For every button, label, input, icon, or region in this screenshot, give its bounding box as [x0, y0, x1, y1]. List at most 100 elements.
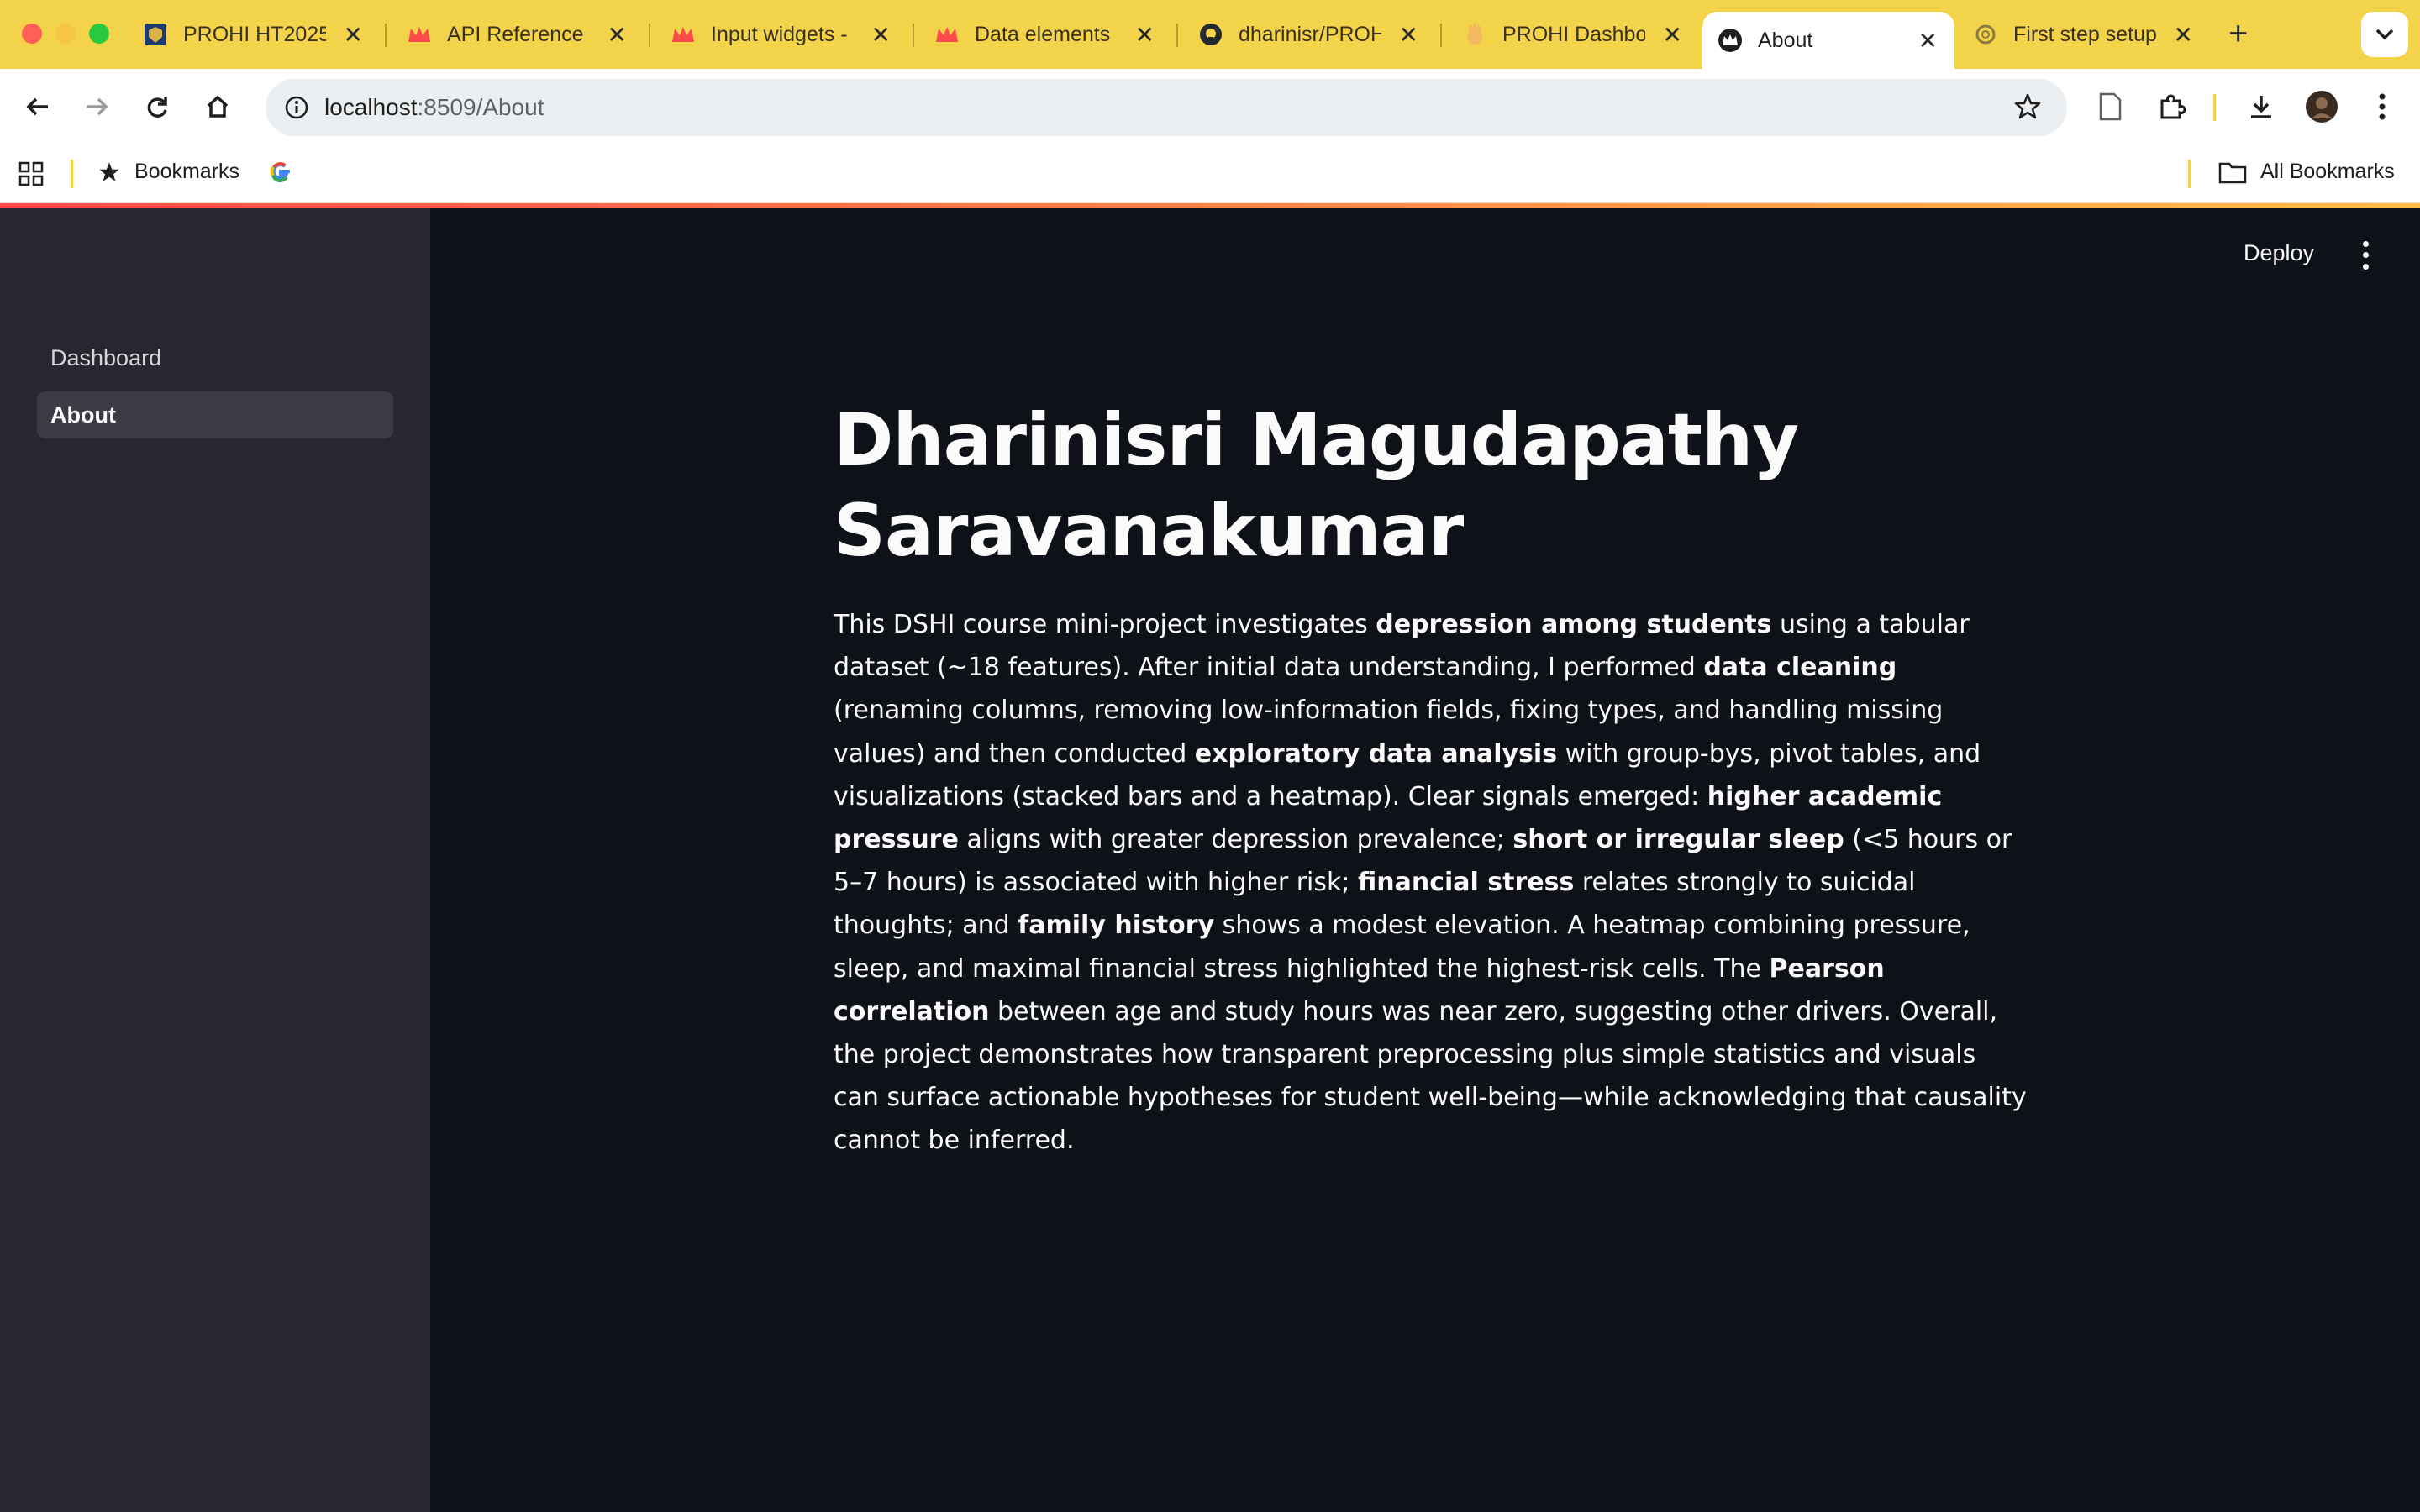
browser-tab[interactable]: API Reference - ✕ — [392, 12, 644, 57]
university-crest-icon — [143, 22, 168, 47]
page-title: Dharinisri Magudapathy Saravanakumar — [834, 398, 1799, 573]
home-icon — [207, 95, 229, 118]
close-icon[interactable]: ✕ — [1918, 27, 1938, 55]
window-close-button[interactable] — [22, 24, 42, 44]
streamlit-crown-icon — [1718, 28, 1743, 53]
bookmarks-divider — [71, 160, 73, 188]
toolbar-divider — [2213, 94, 2216, 121]
back-button[interactable] — [17, 86, 59, 128]
star-icon — [99, 161, 119, 181]
close-icon[interactable]: ✕ — [1399, 21, 1418, 49]
browser-tab[interactable]: dharinisr/PROHI ✕ — [1183, 12, 1435, 57]
address-bar[interactable]: localhost:8509/About — [266, 79, 2067, 136]
forward-button[interactable] — [76, 86, 118, 128]
extensions-button[interactable] — [2151, 86, 2193, 128]
site-info-icon[interactable] — [284, 95, 309, 124]
tab-divider — [913, 24, 914, 47]
close-icon[interactable]: ✕ — [1135, 21, 1155, 49]
grid-icon — [18, 161, 44, 186]
bookmarks-folder[interactable]: Bookmarks — [97, 160, 239, 184]
all-bookmarks-label: All Bookmarks — [2260, 160, 2395, 183]
more-vertical-icon — [2362, 252, 2369, 259]
close-icon[interactable]: ✕ — [871, 21, 891, 49]
close-icon[interactable]: ✕ — [2174, 21, 2193, 49]
reload-button[interactable] — [136, 86, 178, 128]
url-text[interactable]: localhost:8509/About — [324, 94, 544, 121]
google-icon — [270, 162, 290, 182]
tab-title: Data elements — [975, 22, 1111, 46]
download-icon — [2251, 96, 2271, 118]
downloads-button[interactable] — [2240, 86, 2282, 128]
tab-divider — [1440, 24, 1442, 47]
puzzle-icon — [2160, 94, 2186, 119]
main-menu-button[interactable] — [2353, 239, 2378, 272]
streamlit-crown-icon — [934, 22, 960, 47]
new-tab-button[interactable]: + — [2228, 15, 2248, 53]
streamlit-crown-icon — [407, 22, 432, 47]
openai-icon — [1973, 22, 1998, 47]
tab-title: PROHI HT2025 — [183, 22, 326, 46]
close-icon[interactable]: ✕ — [1663, 21, 1682, 49]
streamlit-crown-icon — [671, 22, 696, 47]
tab-title: First step setup — [2013, 22, 2156, 46]
browser-tab-strip: PROHI HT2025 ✕ API Reference - ✕ Input w… — [0, 0, 2420, 69]
back-arrow-icon — [26, 97, 48, 116]
home-button[interactable] — [197, 86, 239, 128]
bold-phrase: depression among students — [1376, 610, 1772, 639]
about-paragraph: This DSHI course mini-project investigat… — [834, 603, 2027, 1163]
close-icon[interactable]: ✕ — [344, 21, 363, 49]
reload-icon — [147, 97, 167, 118]
bookmarks-label: Bookmarks — [134, 160, 240, 183]
google-bookmark[interactable] — [269, 160, 292, 183]
profile-avatar[interactable] — [2301, 86, 2343, 128]
bold-phrase: exploratory data analysis — [1194, 738, 1558, 769]
window-minimize-button[interactable] — [55, 24, 76, 44]
tab-title: PROHI Dashbo — [1502, 22, 1645, 46]
browser-tab[interactable]: PROHI HT2025 ✕ — [128, 12, 380, 57]
document-icon — [2099, 92, 2122, 121]
tab-title: API Reference - — [447, 22, 590, 46]
browser-tab-active[interactable]: About ✕ — [1702, 12, 1954, 69]
apps-button[interactable] — [18, 161, 44, 186]
sidebar-item-dashboard[interactable]: Dashboard — [37, 334, 393, 381]
browser-tab[interactable]: PROHI Dashbo ✕ — [1447, 12, 1699, 57]
forward-arrow-icon — [87, 97, 108, 116]
tab-search-button[interactable] — [2361, 12, 2408, 57]
waving-hand-icon — [1462, 22, 1487, 47]
bold-phrase: family history — [1018, 911, 1215, 941]
bold-phrase: financial stress — [1358, 868, 1575, 898]
sidebar-item-label: About — [50, 402, 116, 428]
url-path: :8509/About — [417, 94, 544, 120]
all-bookmarks-folder[interactable]: All Bookmarks — [2218, 160, 2395, 184]
browser-tab[interactable]: First step setup ✕ — [1958, 12, 2210, 57]
text-segment: This DSHI course mini-project investigat… — [834, 610, 1376, 639]
reading-mode-button[interactable] — [2089, 86, 2131, 128]
deploy-button[interactable]: Deploy — [2244, 240, 2314, 266]
chevron-down-icon — [2375, 29, 2394, 40]
window-maximize-button[interactable] — [89, 24, 109, 44]
more-vertical-icon — [2362, 263, 2369, 270]
bold-phrase: data cleaning — [1703, 653, 1897, 683]
close-icon[interactable]: ✕ — [608, 21, 627, 49]
text-segment: between age and study hours was near zer… — [834, 996, 2027, 1156]
sidebar-item-label: Dashboard — [50, 344, 162, 370]
bookmark-star-icon[interactable] — [2013, 92, 2042, 125]
tab-title: Input widgets - — [711, 22, 848, 46]
browser-tab[interactable]: Data elements ✕ — [919, 12, 1171, 57]
bold-phrase: short or irregular sleep — [1512, 825, 1844, 855]
browser-tab[interactable]: Input widgets - ✕ — [655, 12, 908, 57]
browser-toolbar: localhost:8509/About — [0, 69, 2420, 144]
sidebar-item-about[interactable]: About — [37, 391, 393, 438]
browser-menu-button[interactable] — [2361, 86, 2403, 128]
bookmarks-divider — [2188, 160, 2191, 188]
more-vertical-icon — [2362, 241, 2369, 248]
tab-title: dharinisr/PROHI — [1239, 22, 1381, 46]
folder-icon — [2218, 162, 2247, 183]
bookmarks-bar: Bookmarks All Bookmarks — [0, 144, 2420, 203]
tab-divider — [649, 24, 650, 47]
sidebar: Dashboard About — [0, 208, 430, 1512]
text-segment: aligns with greater depression prevalenc… — [958, 825, 1513, 855]
tab-title: About — [1758, 28, 1813, 52]
tab-divider — [385, 24, 387, 47]
tab-divider — [1176, 24, 1178, 47]
